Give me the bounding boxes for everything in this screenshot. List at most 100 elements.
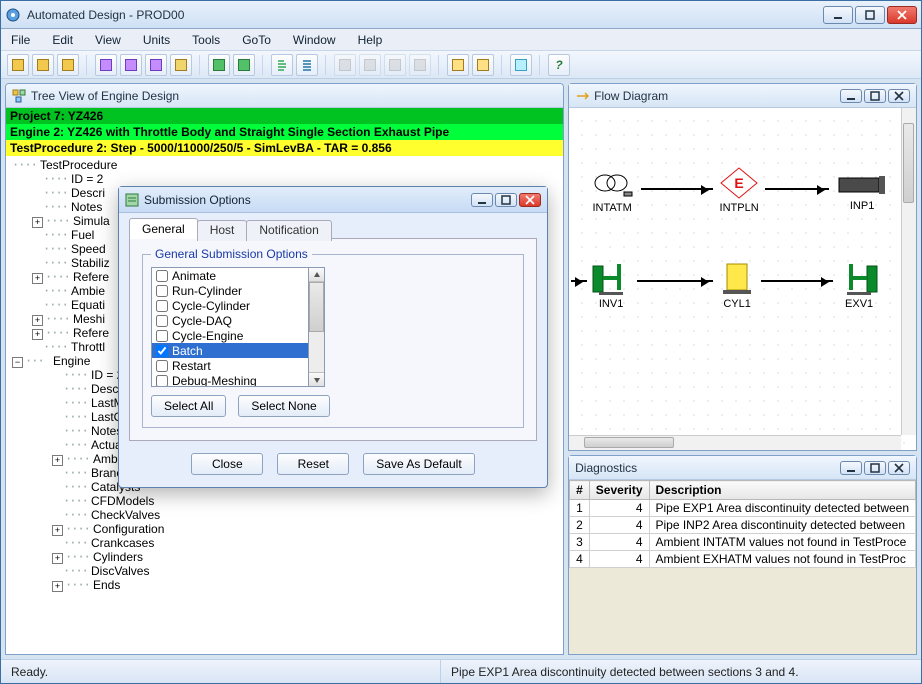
- option-cycle-cylinder[interactable]: Cycle-Cylinder: [152, 298, 308, 313]
- tree-expander[interactable]: +: [52, 553, 63, 564]
- toolbar-btn-12[interactable]: [334, 54, 356, 76]
- flow-scroll-vertical[interactable]: [901, 108, 916, 435]
- flow-maximize-button[interactable]: [864, 89, 886, 103]
- menu-view[interactable]: View: [91, 31, 125, 49]
- toolbar-btn-10[interactable]: [271, 54, 293, 76]
- tree-expander[interactable]: +: [52, 455, 63, 466]
- tree-node[interactable]: DiscValves: [91, 564, 149, 578]
- toolbar-btn-8[interactable]: [208, 54, 230, 76]
- option-cycle-daq[interactable]: Cycle-DAQ: [152, 313, 308, 328]
- tree-node[interactable]: Fuel: [71, 228, 94, 242]
- diag-row[interactable]: 14Pipe EXP1 Area discontinuity detected …: [570, 500, 916, 517]
- flow-diagram-canvas[interactable]: INTATM E INTPLN INP1: [569, 108, 916, 450]
- options-listbox[interactable]: AnimateRun-CylinderCycle-CylinderCycle-D…: [151, 267, 309, 387]
- diag-minimize-button[interactable]: [840, 461, 862, 475]
- tree-row-project[interactable]: Project 7: YZ426: [6, 108, 563, 124]
- toolbar-btn-4[interactable]: [95, 54, 117, 76]
- col-severity[interactable]: Severity: [589, 481, 649, 500]
- option-checkbox[interactable]: [156, 285, 168, 297]
- tree-node[interactable]: ID = 2: [71, 172, 103, 186]
- option-checkbox[interactable]: [156, 300, 168, 312]
- dialog-close-button[interactable]: [519, 193, 541, 207]
- option-checkbox[interactable]: [156, 345, 168, 357]
- toolbar-help-button[interactable]: ?: [548, 54, 570, 76]
- scroll-up-button[interactable]: [309, 268, 324, 282]
- option-debug-meshing[interactable]: Debug-Meshing: [152, 373, 308, 387]
- diag-maximize-button[interactable]: [864, 461, 886, 475]
- option-cycle-engine[interactable]: Cycle-Engine: [152, 328, 308, 343]
- tree-expander[interactable]: +: [32, 315, 43, 326]
- toolbar-btn-6[interactable]: [145, 54, 167, 76]
- diag-row[interactable]: 44Ambient EXHATM values not found in Tes…: [570, 551, 916, 568]
- tree-expander[interactable]: +: [32, 273, 43, 284]
- menu-tools[interactable]: Tools: [188, 31, 224, 49]
- tree-node[interactable]: Ends: [93, 578, 120, 592]
- tree-node[interactable]: Refere: [73, 270, 109, 284]
- tree-node[interactable]: Notes: [71, 200, 102, 214]
- flow-scroll-horizontal[interactable]: [569, 435, 901, 450]
- toolbar-btn-1[interactable]: [7, 54, 29, 76]
- scroll-down-button[interactable]: [309, 372, 324, 386]
- dialog-maximize-button[interactable]: [495, 193, 517, 207]
- select-all-button[interactable]: Select All: [151, 395, 226, 417]
- menu-file[interactable]: File: [7, 31, 34, 49]
- diag-row[interactable]: 34Ambient INTATM values not found in Tes…: [570, 534, 916, 551]
- tree-node[interactable]: CFDModels: [91, 494, 154, 508]
- tab-notification[interactable]: Notification: [246, 220, 331, 241]
- option-animate[interactable]: Animate: [152, 268, 308, 283]
- tree-node[interactable]: Cylinders: [93, 550, 143, 564]
- window-maximize-button[interactable]: [855, 6, 885, 24]
- dialog-minimize-button[interactable]: [471, 193, 493, 207]
- tree-node-root[interactable]: TestProcedure: [40, 158, 117, 172]
- listbox-scrollbar[interactable]: [309, 267, 325, 387]
- toolbar-btn-18[interactable]: [510, 54, 532, 76]
- tree-node[interactable]: Speed: [71, 242, 106, 256]
- tab-general[interactable]: General: [129, 218, 198, 239]
- tree-expander[interactable]: +: [52, 525, 63, 536]
- toolbar-btn-16[interactable]: [447, 54, 469, 76]
- save-as-default-button[interactable]: Save As Default: [363, 453, 474, 475]
- option-checkbox[interactable]: [156, 270, 168, 282]
- toolbar-btn-17[interactable]: [472, 54, 494, 76]
- flow-node-intpln[interactable]: E INTPLN: [717, 166, 761, 214]
- flow-close-button[interactable]: [888, 89, 910, 103]
- flow-node-cyl1[interactable]: CYL1: [719, 260, 755, 310]
- flow-node-inp1[interactable]: INP1: [837, 172, 887, 212]
- option-checkbox[interactable]: [156, 315, 168, 327]
- toolbar-btn-14[interactable]: [384, 54, 406, 76]
- tree-expander[interactable]: +: [52, 581, 63, 592]
- option-checkbox[interactable]: [156, 360, 168, 372]
- option-batch[interactable]: Batch: [152, 343, 308, 358]
- flow-node-inv1[interactable]: INV1: [591, 262, 631, 310]
- toolbar-btn-3[interactable]: [57, 54, 79, 76]
- tree-node[interactable]: Crankcases: [91, 536, 154, 550]
- option-checkbox[interactable]: [156, 375, 168, 387]
- diag-close-button[interactable]: [888, 461, 910, 475]
- tree-node-engine[interactable]: Engine: [53, 354, 90, 368]
- window-close-button[interactable]: [887, 6, 917, 24]
- menu-units[interactable]: Units: [139, 31, 174, 49]
- toolbar-btn-11[interactable]: [296, 54, 318, 76]
- option-checkbox[interactable]: [156, 330, 168, 342]
- select-none-button[interactable]: Select None: [238, 395, 329, 417]
- flow-minimize-button[interactable]: [840, 89, 862, 103]
- tree-node[interactable]: Simula: [73, 214, 110, 228]
- col-num[interactable]: #: [570, 481, 590, 500]
- menu-help[interactable]: Help: [354, 31, 387, 49]
- tree-row-test[interactable]: TestProcedure 2: Step - 5000/11000/250/5…: [6, 140, 563, 156]
- flow-node-exv1[interactable]: EXV1: [839, 262, 879, 310]
- tree-expander[interactable]: +: [32, 217, 43, 228]
- option-run-cylinder[interactable]: Run-Cylinder: [152, 283, 308, 298]
- tree-node[interactable]: Throttl: [71, 340, 105, 354]
- toolbar-btn-5[interactable]: [120, 54, 142, 76]
- menu-window[interactable]: Window: [289, 31, 340, 49]
- tree-node[interactable]: Equati: [71, 298, 105, 312]
- tree-node[interactable]: Refere: [73, 326, 109, 340]
- tree-expander[interactable]: +: [32, 329, 43, 340]
- diag-row[interactable]: 24Pipe INP2 Area discontinuity detected …: [570, 517, 916, 534]
- tab-host[interactable]: Host: [197, 220, 248, 241]
- toolbar-btn-13[interactable]: [359, 54, 381, 76]
- toolbar-btn-2[interactable]: [32, 54, 54, 76]
- toolbar-btn-15[interactable]: [409, 54, 431, 76]
- tree-expander-engine[interactable]: −: [12, 357, 23, 368]
